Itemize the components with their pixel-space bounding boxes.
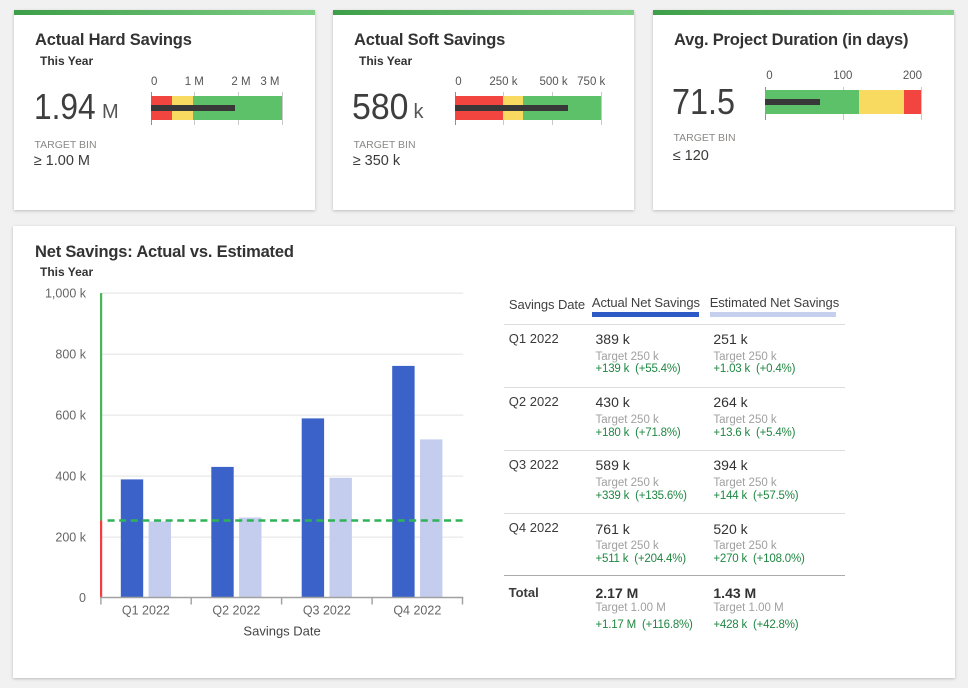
svg-text:200 k: 200 k: [55, 531, 86, 545]
svg-text:1,000 k: 1,000 k: [45, 287, 87, 301]
svg-text:400 k: 400 k: [55, 470, 86, 484]
svg-text:600 k: 600 k: [55, 409, 86, 423]
svg-text:800 k: 800 k: [55, 348, 86, 362]
svg-text:Q2 2022: Q2 2022: [212, 603, 260, 617]
svg-text:Q4 2022: Q4 2022: [393, 603, 441, 617]
svg-text:0: 0: [79, 591, 86, 605]
svg-text:Savings Date: Savings Date: [243, 624, 320, 639]
svg-text:Q1 2022: Q1 2022: [122, 603, 170, 617]
svg-text:Q3 2022: Q3 2022: [303, 603, 351, 617]
